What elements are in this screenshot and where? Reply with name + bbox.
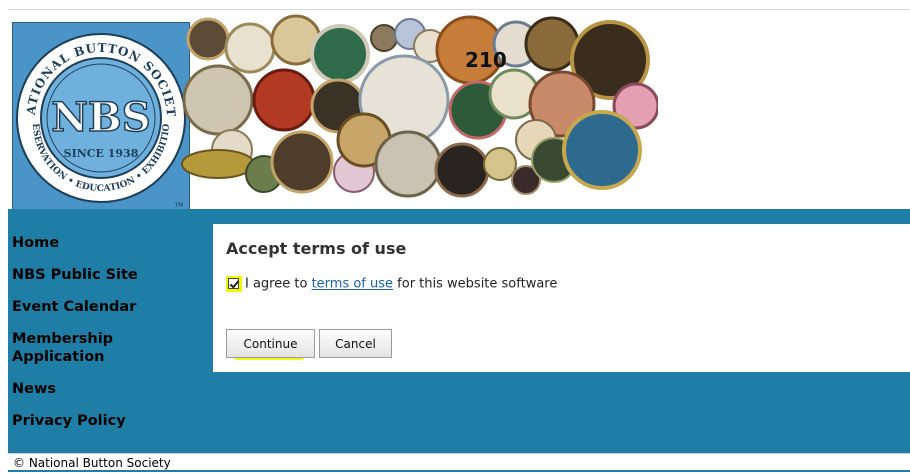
logo-tm-mark: TM [174,202,184,209]
page-title: Accept terms of use [226,239,407,258]
banner-overlay-number: 210 [465,48,507,72]
sidebar-nav: Home NBS Public Site Event Calendar Memb… [8,209,213,453]
buttons-collage-image [181,14,658,198]
nav-item-privacy-policy[interactable]: Privacy Policy [12,412,208,430]
nbs-logo[interactable]: NATIONAL BUTTON SOCIETY PRESERVATION • E… [12,22,190,212]
agree-text-prefix: I agree to [245,276,308,292]
main-band: Home NBS Public Site Event Calendar Memb… [8,209,910,453]
terms-panel: Accept terms of use I agree to terms of … [213,224,910,372]
terms-of-use-link[interactable]: terms of use [312,277,393,292]
logo-monogram: NBS [51,94,150,141]
nav-item-membership-application[interactable]: Membership Application [12,330,132,366]
continue-button[interactable]: Continue [226,329,315,358]
agree-checkbox-highlight [226,276,242,292]
footer-copyright: © National Button Society [13,456,171,470]
nbs-logo-graphic: NATIONAL BUTTON SOCIETY PRESERVATION • E… [13,23,189,211]
agree-text-suffix: for this website software [397,276,558,292]
cancel-button[interactable]: Cancel [319,329,392,358]
agree-checkbox[interactable] [228,278,239,289]
site-header: NATIONAL BUTTON SOCIETY PRESERVATION • E… [8,10,910,212]
nav-item-home[interactable]: Home [12,234,208,252]
nav-item-news[interactable]: News [12,380,208,398]
logo-since-text: SINCE 1938 [64,147,139,160]
agree-row: I agree to terms of use for this website… [226,276,557,292]
nav-item-nbs-public-site[interactable]: NBS Public Site [12,266,208,284]
nav-item-event-calendar[interactable]: Event Calendar [12,298,208,316]
